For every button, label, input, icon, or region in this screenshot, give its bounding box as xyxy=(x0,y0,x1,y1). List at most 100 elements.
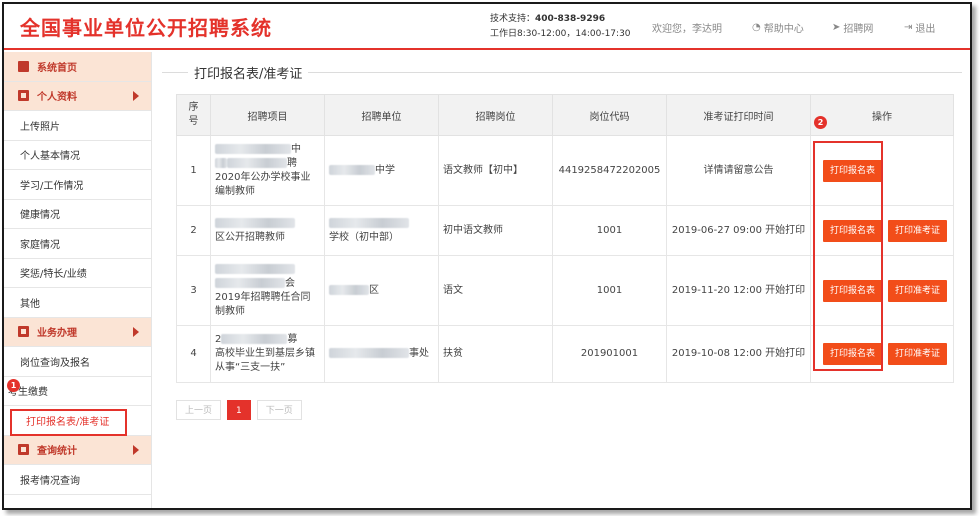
sidebar-item-job-search[interactable]: 岗位查询及报名 xyxy=(4,347,151,377)
cell-code: 201901001 xyxy=(552,325,667,383)
cell-actions: 打印报名表 xyxy=(810,135,954,206)
sidebar-item-awards[interactable]: 奖惩/特长/业绩 xyxy=(4,259,151,288)
cell-post: 扶贫 xyxy=(438,325,553,383)
sidebar-item-study-work[interactable]: 学习/工作情况 xyxy=(4,170,151,200)
query-icon xyxy=(18,444,29,456)
help-label: 帮助中心 xyxy=(763,24,804,35)
sidebar-head-business[interactable]: 业务办理 xyxy=(4,317,151,347)
chevron-right-icon xyxy=(133,326,139,337)
cell-no: 2 xyxy=(176,205,211,256)
cell-post: 初中语文教师 xyxy=(438,205,553,256)
sidebar-item-status-query[interactable]: 报考情况查询 xyxy=(4,465,151,495)
cell-print-time: 2019-06-27 09:00 开始打印 xyxy=(666,205,811,256)
prev-page-button[interactable]: 上一页 xyxy=(176,400,222,420)
table-header-row: 序号 招聘项目 招聘单位 招聘岗位 岗位代码 准考证打印时间 2 操作 xyxy=(176,94,954,136)
print-admission-ticket-button[interactable]: 打印准考证 xyxy=(888,343,948,365)
table-row: 4 2募 高校毕业生到基层乡镇从事“三支一扶” 事处 扶贫 201901001 … xyxy=(176,325,954,383)
support-label: 技术支持： xyxy=(490,14,536,24)
sidebar-business-label: 业务办理 xyxy=(37,328,77,340)
help-icon: ◔ xyxy=(752,22,761,33)
sidebar-profile-label: 个人资料 xyxy=(37,92,77,104)
support-info: 技术支持：400-838-9296 工作日8:30-12:00，14:00-17… xyxy=(490,12,631,42)
cell-post: 语文 xyxy=(438,255,553,326)
col-post: 招聘岗位 xyxy=(438,94,553,136)
sidebar-head-query[interactable]: 查询统计 xyxy=(4,435,151,465)
step-badge-2: 2 xyxy=(814,116,827,129)
print-admission-ticket-button[interactable]: 打印准考证 xyxy=(888,279,948,302)
cell-print-time: 详情请留意公告 xyxy=(666,135,811,206)
col-code: 岗位代码 xyxy=(552,94,667,136)
welcome-text: 欢迎您，李达明 xyxy=(652,24,722,35)
sidebar-item-print[interactable]: 打印报名表/准考证 xyxy=(4,406,151,436)
print-application-button[interactable]: 打印报名表 xyxy=(823,219,883,242)
col-unit: 招聘单位 xyxy=(324,94,439,136)
print-application-button[interactable]: 打印报名表 xyxy=(823,279,883,302)
working-hours: 工作日8:30-12:00，14:00-17:30 xyxy=(490,29,631,39)
pagination: 上一页 1 下一页 xyxy=(176,400,302,420)
table-row: 1 中 聘 2020年公办学校事业编制教师 中学 语文教师【初中】 441925… xyxy=(176,135,954,206)
profile-icon xyxy=(18,90,29,102)
print-application-button[interactable]: 打印报名表 xyxy=(823,343,883,365)
table-row: 2 区公开招聘教师 学校（初中部） 初中语文教师 1001 2019-06-27… xyxy=(176,205,954,256)
logout-label: 退出 xyxy=(915,24,936,35)
logout-link[interactable]: ⇥ 退出 xyxy=(904,20,935,35)
cell-code: 1001 xyxy=(552,255,667,326)
recruit-link[interactable]: ➤ 招聘网 xyxy=(832,20,873,35)
chevron-right-icon xyxy=(133,444,139,455)
sidebar-query-label: 查询统计 xyxy=(37,446,77,458)
col-no: 序号 xyxy=(176,94,211,136)
sidebar-home-label: 系统首页 xyxy=(37,62,77,74)
cell-unit: 学校（初中部） xyxy=(324,205,439,256)
next-page-button[interactable]: 下一页 xyxy=(256,400,302,420)
cell-project: 2募 高校毕业生到基层乡镇从事“三支一扶” xyxy=(210,325,325,383)
cell-project: 中 聘 2020年公办学校事业编制教师 xyxy=(210,135,325,206)
col-actions: 2 操作 xyxy=(810,94,954,136)
support-phone: 400-838-9296 xyxy=(535,14,606,24)
app-window: 全国事业单位公开招聘系统 技术支持：400-838-9296 工作日8:30-1… xyxy=(2,2,972,510)
print-application-button[interactable]: 打印报名表 xyxy=(823,159,883,182)
page-title: 打印报名表/准考证 xyxy=(188,63,309,82)
sidebar-item-family[interactable]: 家庭情况 xyxy=(4,229,151,259)
cell-code: 1001 xyxy=(552,205,667,256)
print-admission-ticket-button[interactable]: 打印准考证 xyxy=(888,219,948,242)
cell-print-time: 2019-11-20 12:00 开始打印 xyxy=(666,255,811,326)
site-logo[interactable]: 全国事业单位公开招聘系统 xyxy=(20,12,272,41)
step-badge-1: 1 xyxy=(7,378,20,392)
page-button-current[interactable]: 1 xyxy=(227,400,251,420)
col-project: 招聘项目 xyxy=(210,94,325,136)
header: 全国事业单位公开招聘系统 技术支持：400-838-9296 工作日8:30-1… xyxy=(4,4,970,50)
logout-icon: ⇥ xyxy=(904,22,913,33)
cell-print-time: 2019-10-08 12:00 开始打印 xyxy=(666,325,811,383)
sidebar-item-upload-photo[interactable]: 上传照片 xyxy=(4,111,151,141)
application-table: 序号 招聘项目 招聘单位 招聘岗位 岗位代码 准考证打印时间 2 操作 1 中 xyxy=(176,94,954,383)
sidebar-head-profile[interactable]: 个人资料 xyxy=(4,81,151,111)
cell-no: 4 xyxy=(176,325,211,383)
sidebar-item-health[interactable]: 健康情况 xyxy=(4,200,151,229)
sidebar-item-payment[interactable]: 1 考生缴费 xyxy=(4,377,151,406)
cell-project: 会 2019年招聘聘任合同制教师 xyxy=(210,255,325,326)
sidebar-item-home[interactable]: 系统首页 xyxy=(4,52,151,82)
sidebar-item-other[interactable]: 其他 xyxy=(4,288,151,318)
cell-no: 3 xyxy=(176,255,211,326)
home-icon xyxy=(18,60,29,72)
cell-unit: 中学 xyxy=(324,135,439,206)
chevron-right-icon xyxy=(133,90,139,101)
help-center-link[interactable]: ◔ 帮助中心 xyxy=(752,20,804,35)
recruit-label: 招聘网 xyxy=(843,24,874,35)
sidebar: 系统首页 个人资料 上传照片 个人基本情况 学习/工作情况 健康情况 家庭情况 … xyxy=(4,52,152,508)
cell-post: 语文教师【初中】 xyxy=(438,135,553,206)
cell-actions: 打印报名表 打印准考证 xyxy=(810,325,954,383)
sidebar-item-basic-info[interactable]: 个人基本情况 xyxy=(4,141,151,170)
send-icon: ➤ xyxy=(832,22,841,33)
business-icon xyxy=(18,326,29,338)
cell-actions: 打印报名表 打印准考证 xyxy=(810,255,954,326)
cell-unit: 区 xyxy=(324,255,439,326)
cell-unit: 事处 xyxy=(324,325,439,383)
cell-no: 1 xyxy=(176,135,211,206)
highlight-box xyxy=(10,409,127,436)
col-print-time: 准考证打印时间 xyxy=(666,94,811,136)
cell-code: 4419258472202005 xyxy=(552,135,667,206)
cell-project: 区公开招聘教师 xyxy=(210,205,325,256)
main-content: 打印报名表/准考证 序号 招聘项目 招聘单位 招聘岗位 岗位代码 准考证打印时间… xyxy=(154,52,970,508)
cell-actions: 打印报名表 打印准考证 xyxy=(810,205,954,256)
